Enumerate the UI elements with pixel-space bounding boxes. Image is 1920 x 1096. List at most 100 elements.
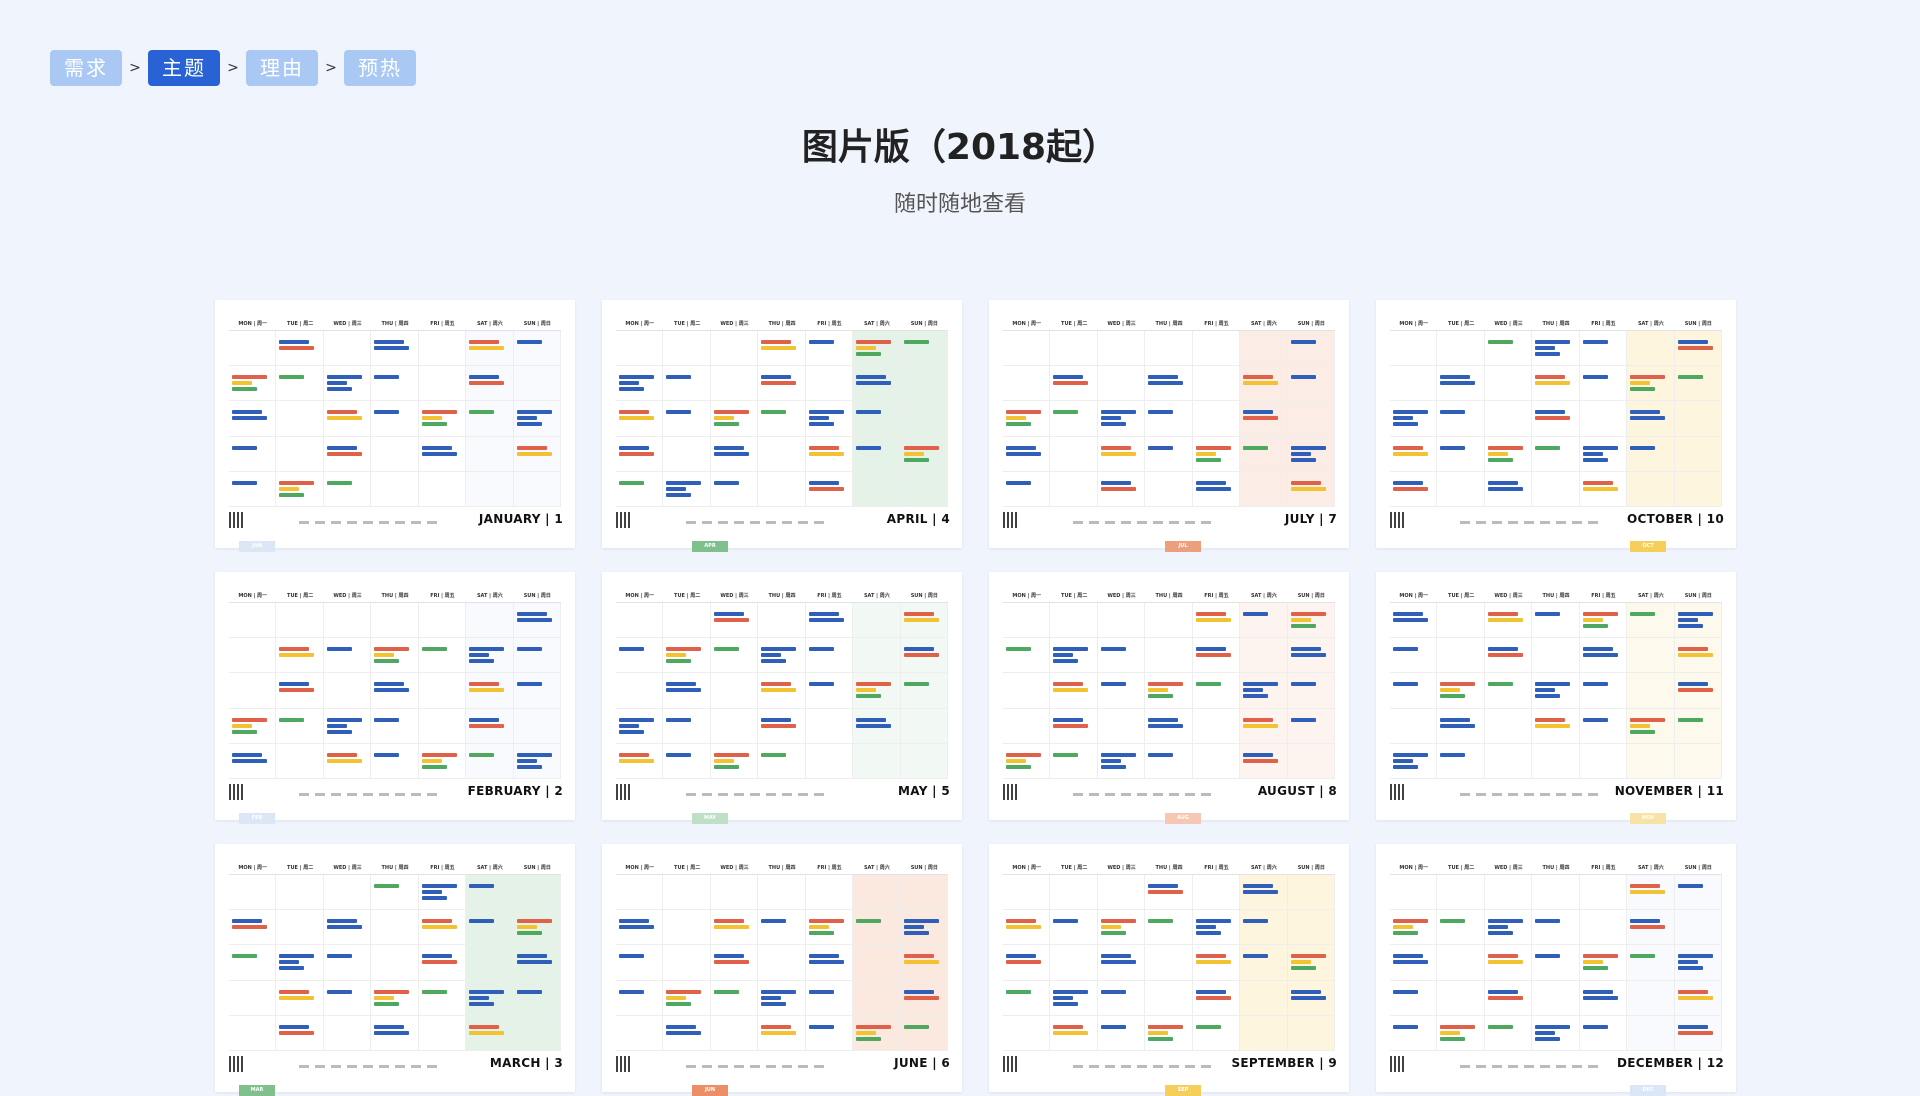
event-bar — [1100, 960, 1136, 965]
event-bar — [856, 723, 892, 728]
day-cell — [1240, 673, 1288, 709]
event-bar — [1148, 682, 1184, 687]
legend-strip — [1460, 521, 1600, 524]
event-bar — [856, 682, 892, 687]
event-bar — [469, 346, 505, 350]
calendar-card[interactable]: MON | 周一 TUE | 周二 WED | 周三 THU | 周四 FRI | 周五… — [1376, 300, 1736, 552]
day-cell — [710, 436, 759, 472]
event-bar — [469, 653, 490, 658]
month-label: MAY | 5 — [898, 784, 950, 798]
day-cell — [1627, 910, 1675, 946]
event-bar — [1393, 919, 1428, 924]
event-bar — [1006, 764, 1031, 769]
event-bar — [1582, 995, 1618, 1000]
day-cell — [1145, 471, 1193, 507]
day-cell — [1050, 638, 1098, 674]
calendar-days — [1390, 874, 1722, 1051]
day-cell — [710, 603, 759, 639]
breadcrumb-item-theme[interactable]: 主题 — [148, 50, 220, 86]
breadcrumb-item-warmup[interactable]: 预热 — [344, 50, 416, 86]
event-bar — [516, 416, 537, 421]
day-cell — [1240, 743, 1288, 779]
event-bar — [232, 925, 267, 930]
day-cell — [663, 366, 711, 402]
day-cell — [229, 980, 277, 1016]
event-bar — [856, 445, 882, 450]
day-cell — [513, 401, 561, 437]
day-cell — [1437, 471, 1485, 507]
calendar-card[interactable]: MON | 周一 TUE | 周二 WED | 周三 THU | 周四 FRI | 周五… — [215, 300, 575, 552]
event-bar — [279, 954, 315, 959]
event-bar — [1535, 688, 1556, 693]
event-bar — [1677, 989, 1708, 994]
day-cell — [276, 401, 324, 437]
event-bar — [1677, 966, 1703, 971]
day-cell — [1579, 603, 1628, 639]
day-cell — [1287, 980, 1335, 1016]
event-bar — [279, 960, 300, 965]
event-bar — [1487, 618, 1523, 622]
month-tab: SEP — [1165, 1085, 1201, 1096]
day-cell — [1674, 1015, 1722, 1051]
day-cell — [466, 603, 514, 639]
calendar-card[interactable]: MON | 周一 TUE | 周二 WED | 周三 THU | 周四 FRI | 周五… — [215, 572, 575, 824]
weekday-label: SUN | 周日 — [1684, 865, 1712, 871]
day-cell — [1484, 945, 1533, 981]
event-bar — [856, 410, 882, 415]
weekday-label: SUN | 周日 — [910, 593, 938, 599]
weekday-label: WED | 周三 — [1107, 865, 1136, 871]
event-bar — [1630, 381, 1651, 386]
day-cell — [418, 401, 467, 437]
day-cell — [1627, 366, 1675, 402]
calendar-card[interactable]: MON | 周一 TUE | 周二 WED | 周三 THU | 周四 FRI | 周五… — [215, 844, 575, 1096]
day-cell — [1532, 401, 1580, 437]
event-bar — [1006, 758, 1026, 763]
breadcrumb-item-reason[interactable]: 理由 — [246, 50, 318, 86]
day-cell — [616, 743, 664, 779]
event-bar — [421, 416, 442, 421]
day-cell — [758, 945, 806, 981]
weekday-label: SAT | 周六 — [476, 593, 503, 599]
legend-strip — [299, 1065, 439, 1068]
breadcrumb-item-demand[interactable]: 需求 — [50, 50, 122, 86]
day-cell — [1050, 1015, 1098, 1051]
event-bar — [1535, 375, 1566, 380]
calendar-days — [229, 330, 561, 507]
day-cell — [805, 875, 854, 911]
event-bar — [1677, 346, 1713, 350]
event-bar — [1440, 694, 1466, 699]
event-bar — [421, 410, 457, 415]
weekday-label: FRI | 周五 — [430, 865, 455, 871]
day-cell — [1674, 471, 1722, 507]
day-cell — [418, 708, 467, 744]
event-bar — [469, 375, 500, 380]
day-cell — [1579, 673, 1628, 709]
calendar-card[interactable]: MON | 周一 TUE | 周二 WED | 周三 THU | 周四 FRI | 周五… — [602, 572, 962, 824]
day-cell — [371, 980, 419, 1016]
event-bar — [1195, 682, 1221, 687]
calendar-card[interactable]: MON | 周一 TUE | 周二 WED | 周三 THU | 周四 FRI | 周五… — [1376, 572, 1736, 824]
calendar-card[interactable]: MON | 周一 TUE | 周二 WED | 周三 THU | 周四 FRI | 周五… — [602, 844, 962, 1096]
event-bar — [619, 375, 654, 380]
event-bar — [469, 989, 505, 994]
event-bar — [1630, 723, 1651, 728]
calendar-card[interactable]: MON | 周一 TUE | 周二 WED | 周三 THU | 周四 FRI | 周五… — [989, 300, 1349, 552]
calendar-card[interactable]: MON | 周一 TUE | 周二 WED | 周三 THU | 周四 FRI | 周五… — [602, 300, 962, 552]
event-bar — [808, 340, 834, 344]
event-bar — [1487, 995, 1523, 1000]
event-bar — [1440, 717, 1471, 722]
event-bar — [516, 764, 542, 769]
event-bar — [1440, 688, 1461, 693]
weekday-label: FRI | 周五 — [1591, 321, 1616, 327]
event-bar — [1243, 445, 1269, 450]
day-cell — [1484, 331, 1533, 367]
calendar-card[interactable]: MON | 周一 TUE | 周二 WED | 周三 THU | 周四 FRI | 周五… — [989, 844, 1349, 1096]
day-cell — [1287, 945, 1335, 981]
weekday-label: MON | 周一 — [625, 593, 655, 599]
weekday-label: TUE | 周二 — [674, 321, 701, 327]
calendar-card[interactable]: MON | 周一 TUE | 周二 WED | 周三 THU | 周四 FRI | 周五… — [989, 572, 1349, 824]
event-bar — [1195, 647, 1226, 652]
calendar-card[interactable]: MON | 周一 TUE | 周二 WED | 周三 THU | 周四 FRI | 周五… — [1376, 844, 1736, 1096]
weekday-header: MON | 周一 TUE | 周二 WED | 周三 THU | 周四 FRI | 周五… — [1390, 318, 1722, 330]
event-bar — [1440, 445, 1466, 450]
